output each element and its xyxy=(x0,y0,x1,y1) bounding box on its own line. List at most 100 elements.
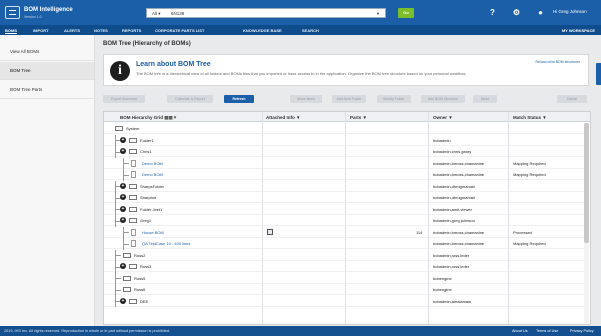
nav-reports[interactable]: REPORTS xyxy=(122,28,141,33)
nav-knowledge-base[interactable]: KNOWLEDGE BASE xyxy=(243,28,282,33)
calculate-report-button[interactable]: Calculate & Report xyxy=(167,95,213,103)
user-icon[interactable]: ● xyxy=(536,8,545,17)
expand-icon[interactable]: + xyxy=(120,136,126,143)
folder-name[interactable]: Ross2 xyxy=(134,253,145,258)
column-attached-info[interactable]: Attached Info ▼ xyxy=(266,115,300,120)
table-row[interactable]: QA TestCase 10 - 400 lines bobadmin,bmoss… xyxy=(104,238,584,250)
tree-connector xyxy=(115,284,116,296)
search-input[interactable] xyxy=(171,10,371,17)
folder-icon xyxy=(129,183,137,189)
table-row[interactable]: + Greg1 bobadmin,greg.johnson xyxy=(104,215,584,227)
table-row[interactable]: + Chris1 bobadmin,chris.geary xyxy=(104,146,584,158)
folder-icon xyxy=(123,252,131,258)
column-parts[interactable]: Parts ▼ xyxy=(350,115,367,120)
footer-link-about-us[interactable]: About Us xyxy=(512,329,528,333)
nav-alerts[interactable]: ALERTS xyxy=(64,28,80,33)
table-row[interactable]: Demo BOM bobadmin,bmoss,chamanine Mapping … xyxy=(104,157,584,169)
column-owner[interactable]: Owner ▼ xyxy=(433,115,453,120)
table-row[interactable]: + Sharpton bobadmin,dhrugmamali xyxy=(104,192,584,204)
table-row[interactable]: Ross2 bobadmin,ross,leder xyxy=(104,249,584,261)
search-scope-dropdown[interactable]: All ▾ xyxy=(152,11,161,17)
search-go-button[interactable]: Go xyxy=(398,8,414,18)
refresh-button[interactable]: Refresh xyxy=(224,95,254,103)
folder-name[interactable]: Greg1 xyxy=(140,218,151,223)
nav-import[interactable]: IMPORT xyxy=(33,28,49,33)
add-new-folder-button[interactable]: Add New Folder xyxy=(332,95,366,103)
nav-my-workspace[interactable]: MY WORKSPACE xyxy=(562,28,595,33)
table-row[interactable]: + SharpsFolder bobadmin,dhrugmamali xyxy=(104,180,584,192)
table-row[interactable]: House BOM 114 bobadmin,bmoss,chamanine Proc… xyxy=(104,226,584,238)
expand-icon[interactable]: + xyxy=(120,148,126,154)
app-name: BOM Intelligence xyxy=(24,7,73,13)
search-dropdown-chevron-icon[interactable]: ▼ xyxy=(376,11,380,16)
user-greeting[interactable]: Hi Greg Johnson xyxy=(553,9,587,14)
table-row[interactable]: Ross5 bobengine xyxy=(104,272,584,284)
grid-scroll-thumb[interactable] xyxy=(584,123,589,243)
table-row[interactable]: Ross6 bobengine xyxy=(104,284,584,296)
tree-connector xyxy=(115,180,116,192)
folder-name[interactable]: System xyxy=(126,126,139,131)
bom-name-link[interactable]: QA TestCase 10 - 400 lines xyxy=(142,241,190,246)
expand-icon[interactable]: + xyxy=(120,182,126,189)
move-items-button[interactable]: Move Items xyxy=(290,95,322,103)
table-row[interactable]: + Folder1 bobadmin xyxy=(104,134,584,146)
folder-name[interactable]: Chris1 xyxy=(140,149,152,154)
expand-icon[interactable]: + xyxy=(120,205,126,212)
bom-name-link[interactable]: Demo BOM xyxy=(142,161,163,166)
tree-connector xyxy=(123,238,124,250)
tree-connector xyxy=(115,261,116,273)
expand-icon[interactable]: + xyxy=(120,263,126,269)
table-row[interactable]: System xyxy=(104,123,584,134)
table-row[interactable]: + DEE bobadmin,amalamaw xyxy=(104,295,584,307)
folder-name[interactable]: DEE xyxy=(140,299,148,304)
folder-name[interactable]: Ross6 xyxy=(134,287,145,292)
grid-scrollbar[interactable] xyxy=(584,123,589,323)
owner-cell: bobadmin,chris.geary xyxy=(433,149,472,154)
sidebar-item-bom-tree-parts[interactable]: BOM Tree Parts xyxy=(0,81,94,99)
parts-count: 114 xyxy=(416,229,423,235)
tree-connector xyxy=(123,157,124,169)
info-link[interactable]: Reload child BOM structures xyxy=(535,60,580,64)
nav-boms[interactable]: BOMS xyxy=(5,28,17,34)
owner-cell: bobadmin,dhrugmamali xyxy=(433,183,475,189)
nav-notes[interactable]: NOTES xyxy=(94,28,108,33)
app-logo-icon[interactable] xyxy=(5,6,20,19)
folder-name[interactable]: Folder Jeet1 xyxy=(140,207,162,212)
delete-button[interactable]: Delete xyxy=(557,95,587,103)
nav-search[interactable]: SEARCH xyxy=(302,28,319,33)
settings-gear-icon[interactable]: ⚙ xyxy=(512,8,521,17)
folder-name[interactable]: Folder1 xyxy=(140,138,154,143)
folder-icon xyxy=(123,287,131,292)
add-bom-structure-button[interactable]: Add BOM Structure xyxy=(421,95,465,103)
expand-icon[interactable]: + xyxy=(120,217,126,223)
info-icon: i xyxy=(110,61,130,81)
column-bom-hierarchy[interactable]: BOM Hierarchy Grid ▦▦▼ xyxy=(120,115,177,121)
column-match-status[interactable]: Match Status ▼ xyxy=(513,115,547,120)
bom-name-link[interactable]: House BOM xyxy=(142,230,164,235)
footer-link-terms-of-use[interactable]: Terms of Use xyxy=(536,329,558,333)
info-text: The BOM tree is a hierarchical view of a… xyxy=(136,71,467,76)
expand-icon[interactable]: + xyxy=(120,297,126,304)
move-button[interactable]: Move xyxy=(473,95,497,103)
bom-name-link[interactable]: Demo BOM xyxy=(142,172,163,177)
table-row[interactable]: + Ross3 bobadmin,ross,leder xyxy=(104,261,584,273)
main-content: BOM Tree (Hierarchy of BOMs) i Learn abo… xyxy=(95,35,601,326)
export-summary-button[interactable]: Export Summary xyxy=(103,95,145,103)
folder-name[interactable]: Sharpton xyxy=(140,195,156,200)
folder-icon xyxy=(129,298,137,304)
table-row[interactable]: Demo BOM bobadmin,bmoss,chamanine Mapping … xyxy=(104,169,584,181)
help-icon[interactable]: ? xyxy=(488,8,497,17)
folder-name[interactable]: SharpsFolder xyxy=(140,184,164,189)
nav-corporate-parts-list[interactable]: CORPORATE PARTS LIST xyxy=(155,28,204,33)
attachment-icon[interactable] xyxy=(267,228,273,235)
feedback-side-tab[interactable] xyxy=(596,63,601,85)
footer-link-privacy-policy[interactable]: Privacy Policy xyxy=(570,329,594,333)
expand-icon[interactable]: + xyxy=(120,194,126,200)
owner-cell: bobadmin,amalamaw xyxy=(433,298,472,304)
table-row[interactable]: + Folder Jeet1 bobadmin,amit.viewer xyxy=(104,203,584,215)
sidebar-item-view-all-boms[interactable]: View All BOMs xyxy=(0,43,94,61)
folder-name[interactable]: Ross3 xyxy=(140,264,151,269)
folder-name[interactable]: Ross5 xyxy=(134,276,145,281)
modify-folder-button[interactable]: Modify Folder xyxy=(377,95,411,103)
sidebar-item-bom-tree[interactable]: BOM Tree xyxy=(0,62,94,80)
